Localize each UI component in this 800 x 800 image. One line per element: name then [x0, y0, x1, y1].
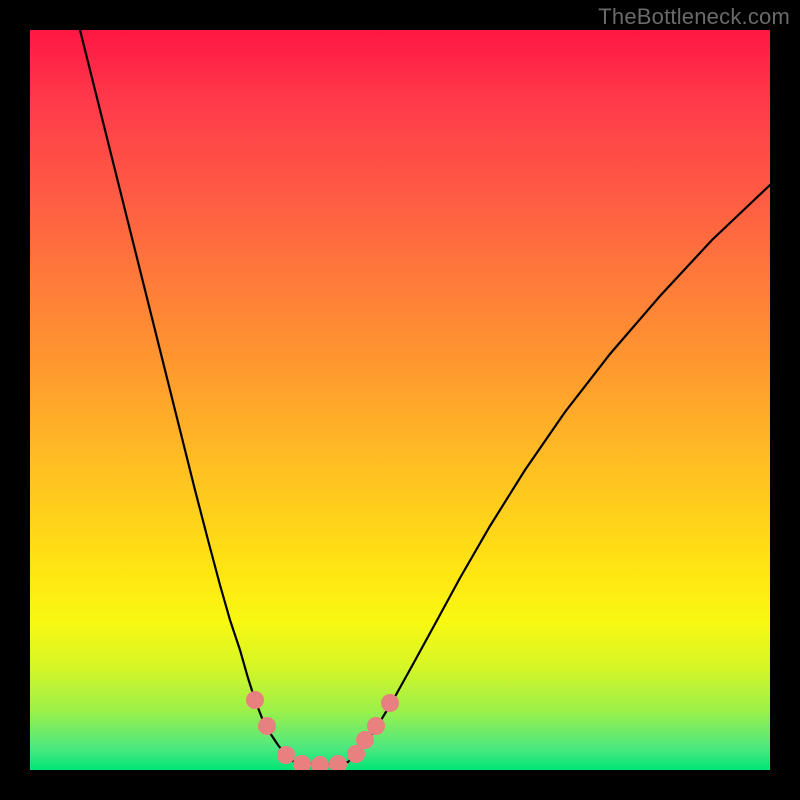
marker-point [356, 731, 374, 749]
marker-point [381, 694, 399, 712]
outer-frame: TheBottleneck.com [0, 0, 800, 800]
marker-group [246, 691, 399, 770]
chart-svg [30, 30, 770, 770]
watermark-text: TheBottleneck.com [598, 4, 790, 30]
marker-point [293, 755, 311, 770]
bottleneck-curve [80, 30, 770, 765]
marker-point [277, 746, 295, 764]
marker-point [329, 755, 347, 770]
marker-point [367, 717, 385, 735]
marker-point [258, 717, 276, 735]
marker-point [311, 756, 329, 770]
marker-point [246, 691, 264, 709]
